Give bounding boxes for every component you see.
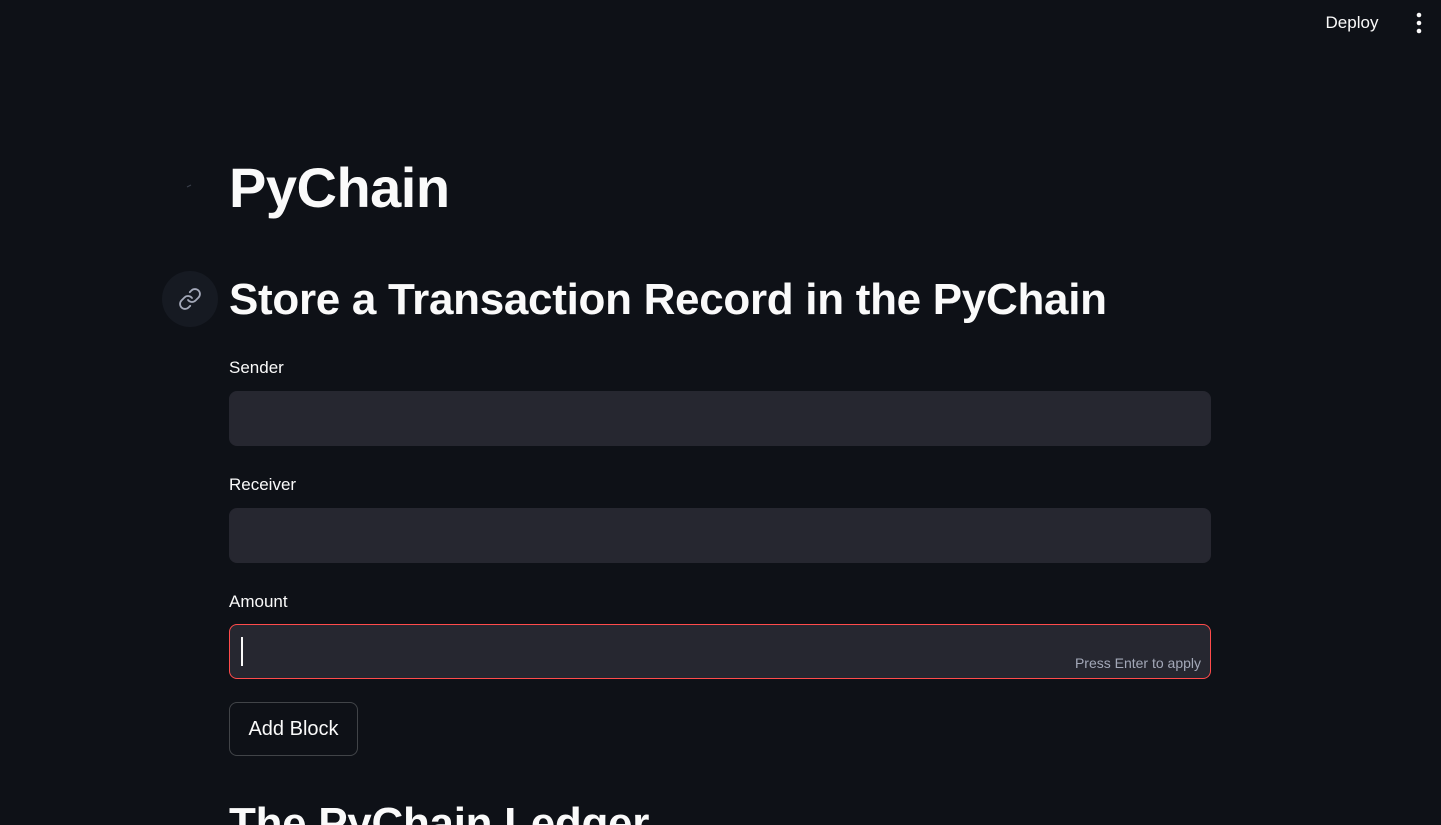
sender-input[interactable] xyxy=(229,391,1211,446)
top-toolbar: Deploy xyxy=(0,0,1441,46)
app-page: Deploy PyChain Store a Transaction Recor… xyxy=(0,0,1441,825)
section-heading: Store a Transaction Record in the PyChai… xyxy=(229,275,1107,324)
deploy-button[interactable]: Deploy xyxy=(1312,9,1392,37)
text-caret xyxy=(241,637,243,666)
receiver-label: Receiver xyxy=(229,475,297,494)
heading-anchor-icon xyxy=(186,184,192,188)
amount-label: Amount xyxy=(229,592,288,611)
sender-label: Sender xyxy=(229,358,284,377)
main-menu-button[interactable] xyxy=(1405,9,1433,37)
add-block-button[interactable]: Add Block xyxy=(229,702,358,756)
vertical-ellipsis-icon xyxy=(1416,12,1422,34)
ledger-heading: The PyChain Ledger xyxy=(229,799,650,825)
page-title: PyChain xyxy=(229,156,450,219)
receiver-input[interactable] xyxy=(229,508,1211,563)
link-icon xyxy=(179,288,201,310)
press-enter-hint: Press Enter to apply xyxy=(1074,655,1201,671)
heading-anchor-link[interactable] xyxy=(162,271,218,327)
